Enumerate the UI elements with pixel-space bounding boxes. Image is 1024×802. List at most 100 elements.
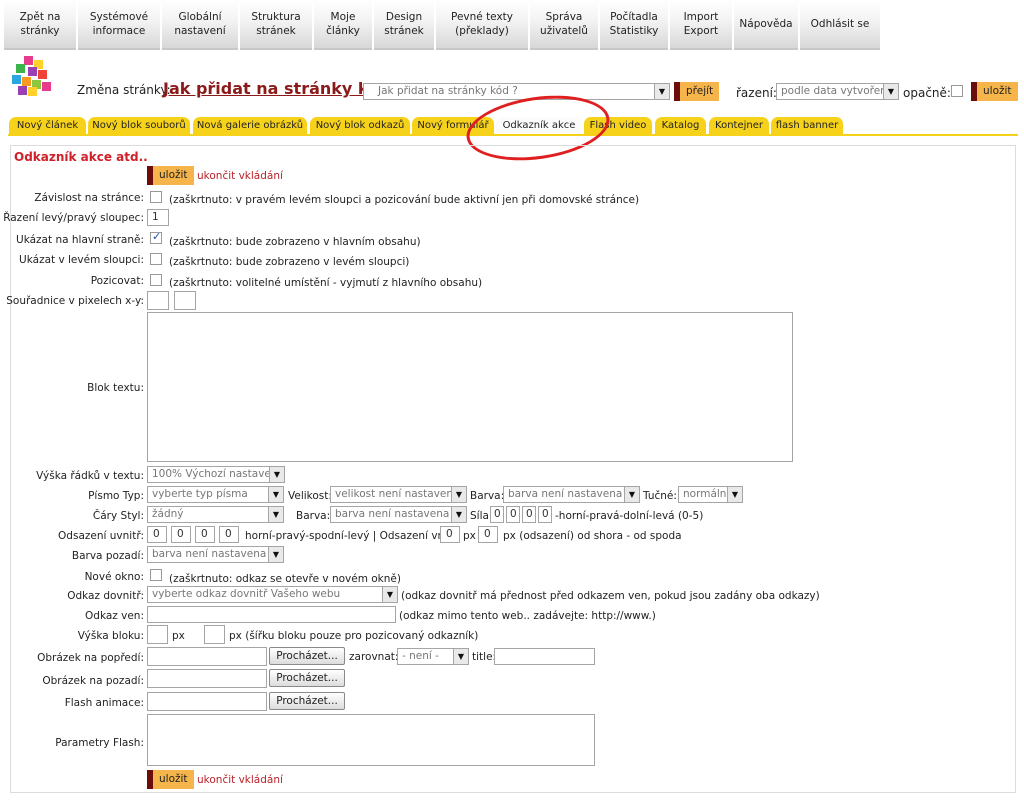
line-height-label: Výška řádků v textu: xyxy=(36,470,144,482)
bg-color-label: Barva pozadí: xyxy=(71,550,144,562)
nav-my-articles[interactable]: Moje články xyxy=(314,0,372,50)
fg-image-input[interactable] xyxy=(147,647,267,666)
flash-params-textarea[interactable] xyxy=(147,714,595,766)
show-left-checkbox[interactable] xyxy=(150,253,162,265)
page-title[interactable]: Jak přidat na stránky k... xyxy=(163,79,387,98)
tab-new-gallery[interactable]: Nová galerie obrázků xyxy=(193,117,307,135)
text-block-textarea[interactable] xyxy=(147,312,793,462)
font-size-value: velikost není nastavena xyxy=(335,488,460,500)
border-width-right[interactable]: 0 xyxy=(506,506,520,523)
nav-import-export[interactable]: Import Export xyxy=(670,0,732,50)
position-checkbox[interactable] xyxy=(150,274,162,286)
tab-flash-banner[interactable]: flash banner xyxy=(771,117,843,135)
margin-bottom-input[interactable]: 0 xyxy=(478,526,498,543)
nav-system-info[interactable]: Systémové informace xyxy=(78,0,160,50)
coord-y-input[interactable] xyxy=(174,291,196,310)
margin-top-input[interactable]: 0 xyxy=(440,526,460,543)
font-color-select[interactable]: barva není nastavena ▼ xyxy=(503,486,640,503)
sort-select[interactable]: podle data vytvoření ▼ xyxy=(776,83,899,100)
chevron-down-icon: ▼ xyxy=(624,487,639,502)
show-main-checkbox[interactable] xyxy=(150,230,162,244)
chevron-down-icon: ▼ xyxy=(382,587,397,602)
border-width-left[interactable]: 0 xyxy=(538,506,552,523)
header-save-button[interactable]: uložit xyxy=(971,82,1018,101)
stop-inserting-link-top[interactable]: ukončit vkládání xyxy=(197,170,283,182)
nav-page-design[interactable]: Design stránek xyxy=(374,0,434,50)
padding-left[interactable]: 0 xyxy=(219,526,239,543)
reverse-checkbox[interactable] xyxy=(951,85,963,97)
font-size-label: Velikost: xyxy=(288,490,332,502)
column-order-input[interactable]: 1 xyxy=(147,209,169,226)
padding-right[interactable]: 0 xyxy=(171,526,191,543)
dependency-hint: (zaškrtnuto: v pravém levém sloupci a po… xyxy=(169,194,640,206)
inner-link-select[interactable]: vyberte odkaz dovnitř Vašeho webu ▼ xyxy=(147,586,398,603)
outer-link-input[interactable] xyxy=(147,606,396,623)
chevron-down-icon: ▼ xyxy=(269,467,284,482)
title-input[interactable] xyxy=(494,648,595,665)
fg-image-browse-button[interactable]: Procházet... xyxy=(269,647,345,665)
border-width-bottom[interactable]: 0 xyxy=(522,506,536,523)
font-type-select[interactable]: vyberte typ písma ▼ xyxy=(147,486,284,503)
inner-link-hint: (odkaz dovnitř má přednost před odkazem … xyxy=(401,590,820,602)
nav-logout[interactable]: Odhlásit se xyxy=(800,0,880,50)
flash-browse-button[interactable]: Procházet... xyxy=(269,692,345,710)
top-navigation: Zpět na stránky Systémové informace Glob… xyxy=(4,0,882,52)
nav-fixed-texts[interactable]: Pevné texty (překlady) xyxy=(436,0,528,50)
nav-global-settings[interactable]: Globální nastavení xyxy=(162,0,238,50)
flash-input[interactable] xyxy=(147,692,267,711)
position-hint: (zaškrtnuto: volitelné umístění - vyjmut… xyxy=(169,277,483,289)
bg-color-select[interactable]: barva není nastavena ▼ xyxy=(147,546,284,563)
block-height-input[interactable] xyxy=(147,625,168,644)
new-window-checkbox[interactable] xyxy=(150,569,162,581)
tab-container[interactable]: Kontejner xyxy=(709,117,769,135)
tab-new-file-block[interactable]: Nový blok souborů xyxy=(88,117,190,135)
flash-params-label: Parametry Flash: xyxy=(55,737,144,749)
chevron-down-icon: ▼ xyxy=(727,487,742,502)
inner-link-value: vyberte odkaz dovnitř Vašeho webu xyxy=(152,588,341,600)
border-color-select[interactable]: barva není nastavena ▼ xyxy=(330,506,467,523)
logo-cubes-icon xyxy=(12,56,52,96)
border-style-select[interactable]: žádný ▼ xyxy=(147,506,284,523)
tab-catalog[interactable]: Katalog xyxy=(655,117,706,135)
change-page-label: Změna stránky: xyxy=(77,83,171,97)
nav-help[interactable]: Nápověda xyxy=(734,0,798,50)
align-select[interactable]: - není - ▼ xyxy=(397,648,469,665)
padding-top[interactable]: 0 xyxy=(147,526,167,543)
font-size-select[interactable]: velikost není nastavena ▼ xyxy=(330,486,467,503)
bg-image-label: Obrázek na pozadí: xyxy=(42,675,144,687)
tab-new-article[interactable]: Nový článek xyxy=(9,117,86,135)
border-style-value: žádný xyxy=(152,508,184,520)
border-width-top[interactable]: 0 xyxy=(490,506,504,523)
nav-back-to-pages[interactable]: Zpět na stránky xyxy=(4,0,76,50)
go-button[interactable]: přejít xyxy=(674,82,720,101)
border-color-value: barva není nastavena xyxy=(335,508,450,520)
nav-page-structure[interactable]: Struktura stránek xyxy=(240,0,312,50)
page-select-value: Jak přidat na stránky kód ? xyxy=(378,85,518,97)
block-width-input[interactable] xyxy=(204,625,225,644)
chevron-down-icon: ▼ xyxy=(654,84,669,99)
align-value: - není - xyxy=(402,650,439,662)
page-select[interactable]: Jak přidat na stránky kód ? ▼ xyxy=(363,83,670,100)
stop-inserting-link-bottom[interactable]: ukončit vkládání xyxy=(197,774,283,786)
bg-color-value: barva není nastavena xyxy=(152,548,267,560)
bg-image-browse-button[interactable]: Procházet... xyxy=(269,669,345,687)
nav-counters-statistics[interactable]: Počítadla Statistiky xyxy=(600,0,668,50)
tab-new-link-block[interactable]: Nový blok odkazů xyxy=(310,117,410,135)
save-button-top[interactable]: uložit xyxy=(147,166,194,185)
bold-select[interactable]: normální ▼ xyxy=(678,486,743,503)
block-width-hint: px (šířku bloku pouze pro pozicovaný odk… xyxy=(229,630,479,642)
inner-link-label: Odkaz dovnitř: xyxy=(67,590,144,602)
bg-image-input[interactable] xyxy=(147,669,267,688)
padding-bottom[interactable]: 0 xyxy=(195,526,215,543)
chevron-down-icon: ▼ xyxy=(883,84,898,99)
chevron-down-icon: ▼ xyxy=(268,547,283,562)
nav-user-management[interactable]: Správa uživatelů xyxy=(530,0,598,50)
new-window-label: Nové okno: xyxy=(84,571,144,583)
chevron-down-icon: ▼ xyxy=(451,507,466,522)
dependency-checkbox[interactable] xyxy=(150,191,162,203)
padding-label: Odsazení uvnitř: xyxy=(58,530,144,542)
margin-hint: px (odsazení) od shora - od spoda xyxy=(503,530,682,542)
coord-x-input[interactable] xyxy=(147,291,169,310)
line-height-select[interactable]: 100% Výchozí nastaven ▼ xyxy=(147,466,285,483)
save-button-bottom[interactable]: uložit xyxy=(147,770,194,789)
